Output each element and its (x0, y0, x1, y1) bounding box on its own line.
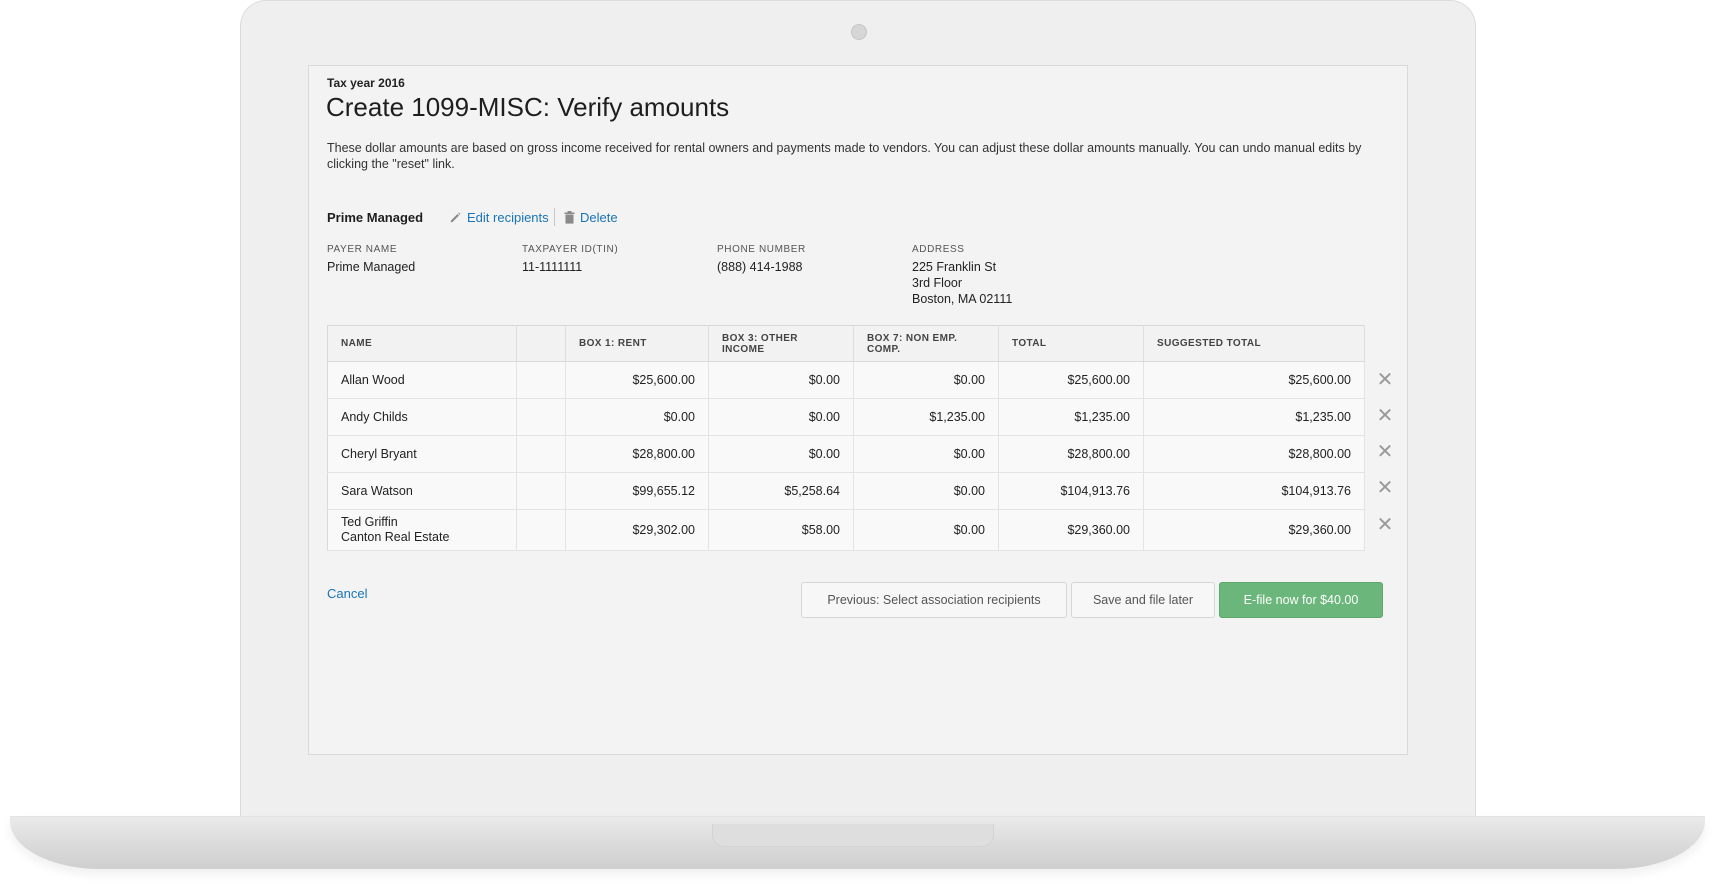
box3-amount[interactable]: $5,258.64 (708, 472, 854, 510)
amounts-table: NAME BOX 1: RENT BOX 3: OTHER INCOME BOX… (327, 325, 1365, 551)
address-line: Boston, MA 02111 (912, 292, 1013, 306)
recipient-name: Ted Griffin Canton Real Estate (327, 509, 517, 551)
table-header-row: NAME BOX 1: RENT BOX 3: OTHER INCOME BOX… (327, 325, 1365, 362)
box7-amount[interactable]: $0.00 (853, 435, 999, 473)
page-description: These dollar amounts are based on gross … (327, 141, 1362, 171)
box1-amount[interactable]: $29,302.00 (565, 509, 709, 551)
total-amount: $25,600.00 (998, 361, 1144, 399)
col-suggested: SUGGESTED TOTAL (1143, 325, 1365, 362)
close-icon[interactable]: ✕ (1367, 478, 1403, 498)
tin-field: TAXPAYER ID(TIN) 11-1111111 (522, 244, 618, 275)
tax-year: Tax year 2016 (327, 76, 405, 90)
recipient-name: Allan Wood (327, 361, 517, 399)
table-row: Ted Griffin Canton Real Estate $29,302.0… (327, 509, 1365, 551)
col-box7: BOX 7: NON EMP. COMP. (853, 325, 999, 362)
edit-recipients-label[interactable]: Edit recipients (467, 210, 549, 225)
col-blank (516, 325, 566, 362)
payer-heading: Prime Managed (327, 210, 424, 225)
suggested-amount: $25,600.00 (1143, 361, 1365, 399)
total-amount: $104,913.76 (998, 472, 1144, 510)
box3-amount[interactable]: $58.00 (708, 509, 854, 551)
col-name: NAME (327, 325, 517, 362)
delete-link[interactable]: Delete (564, 210, 618, 225)
col-box1: BOX 1: RENT (565, 325, 709, 362)
tin-label: TAXPAYER ID(TIN) (522, 244, 619, 255)
table-row: Andy Childs $0.00 $0.00 $1,235.00 $1,235… (327, 398, 1365, 436)
box7-amount[interactable]: $0.00 (853, 472, 999, 510)
total-amount: $28,800.00 (998, 435, 1144, 473)
address-label: ADDRESS (912, 244, 965, 255)
box1-amount[interactable]: $25,600.00 (565, 361, 709, 399)
total-amount: $1,235.00 (998, 398, 1144, 436)
box1-amount[interactable]: $28,800.00 (565, 435, 709, 473)
box1-amount[interactable]: $0.00 (565, 398, 709, 436)
recipient-name: Sara Watson (327, 472, 517, 510)
table-row: Allan Wood $25,600.00 $0.00 $0.00 $25,60… (327, 361, 1365, 399)
box7-amount[interactable]: $0.00 (853, 361, 999, 399)
efile-button[interactable]: E-file now for $40.00 (1219, 582, 1383, 618)
close-icon[interactable]: ✕ (1367, 515, 1403, 535)
payer-name-field: PAYER NAME Prime Managed (327, 244, 415, 275)
address-line: 225 Franklin St (912, 260, 997, 274)
box1-amount[interactable]: $99,655.12 (565, 472, 709, 510)
phone-label: PHONE NUMBER (717, 244, 806, 255)
recipient-name: Andy Childs (327, 398, 517, 436)
phone-field: PHONE NUMBER (888) 414-1988 (717, 244, 806, 275)
blank-cell (516, 435, 566, 473)
address-value: 225 Franklin St 3rd Floor Boston, MA 021… (912, 259, 1012, 307)
phone-value: (888) 414-1988 (717, 260, 803, 274)
box3-amount[interactable]: $0.00 (708, 398, 854, 436)
box7-amount[interactable]: $1,235.00 (853, 398, 999, 436)
close-icon[interactable]: ✕ (1367, 406, 1403, 426)
edit-recipients-link[interactable]: Edit recipients (449, 210, 549, 225)
recipient-name: Cheryl Bryant (327, 435, 517, 473)
col-total: TOTAL (998, 325, 1144, 362)
box3-amount[interactable]: $0.00 (708, 361, 854, 399)
cancel-link[interactable]: Cancel (327, 586, 367, 601)
total-amount: $29,360.00 (998, 509, 1144, 551)
suggested-amount: $28,800.00 (1143, 435, 1365, 473)
blank-cell (516, 509, 566, 551)
recipient-company-line: Canton Real Estate (341, 530, 450, 544)
recipient-name-line: Ted Griffin (341, 515, 398, 529)
pencil-icon (450, 212, 461, 223)
address-field: ADDRESS 225 Franklin St 3rd Floor Boston… (912, 244, 1012, 307)
suggested-amount: $1,235.00 (1143, 398, 1365, 436)
tin-value: 11-1111111 (522, 260, 583, 274)
delete-label[interactable]: Delete (580, 210, 618, 225)
camera-dot (851, 24, 867, 40)
suggested-amount: $29,360.00 (1143, 509, 1365, 551)
table-row: Cheryl Bryant $28,800.00 $0.00 $0.00 $28… (327, 435, 1365, 473)
table-row: Sara Watson $99,655.12 $5,258.64 $0.00 $… (327, 472, 1365, 510)
suggested-amount: $104,913.76 (1143, 472, 1365, 510)
payer-name-label: PAYER NAME (327, 244, 398, 255)
blank-cell (516, 398, 566, 436)
payer-name-value: Prime Managed (327, 260, 416, 274)
laptop-notch (712, 824, 994, 847)
col-box3: BOX 3: OTHER INCOME (708, 325, 854, 362)
page-title: Create 1099-MISC: Verify amounts (326, 92, 730, 122)
previous-button[interactable]: Previous: Select association recipients (801, 582, 1067, 618)
blank-cell (516, 472, 566, 510)
save-later-button[interactable]: Save and file later (1071, 582, 1215, 618)
box3-amount[interactable]: $0.00 (708, 435, 854, 473)
app-screen: Tax year 2016 Create 1099-MISC: Verify a… (308, 65, 1408, 755)
address-line: 3rd Floor (912, 276, 963, 290)
close-icon[interactable]: ✕ (1367, 370, 1403, 390)
link-divider (554, 208, 555, 226)
blank-cell (516, 361, 566, 399)
trash-icon (564, 211, 575, 224)
close-icon[interactable]: ✕ (1367, 442, 1403, 462)
box7-amount[interactable]: $0.00 (853, 509, 999, 551)
